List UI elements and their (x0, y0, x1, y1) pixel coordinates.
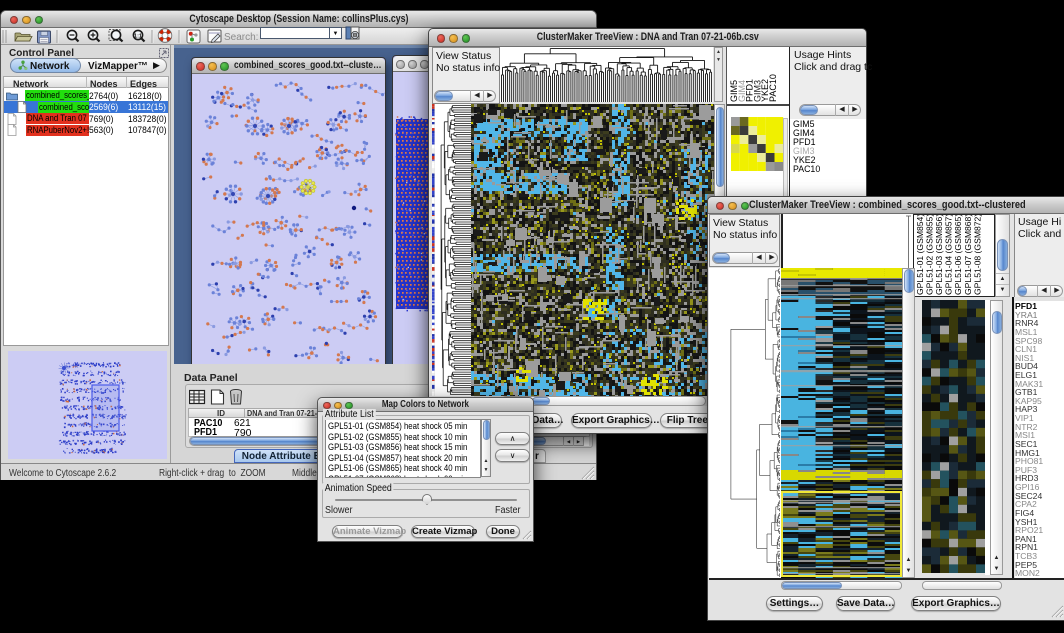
svg-text:GPL51-07 (GSM868): GPL51-07 (GSM868) (963, 215, 973, 295)
svg-text:GPL51-04 (GSM857): GPL51-04 (GSM857) (944, 215, 954, 295)
svg-text:GPL51-02 (GSM855): GPL51-02 (GSM855) (925, 215, 935, 295)
svg-text:GPL51-03 (GSM856): GPL51-03 (GSM856) (934, 215, 944, 295)
svg-text:GPL51-08 (GSM872): GPL51-08 (GSM872) (972, 215, 982, 295)
svg-text:GPL51-06 (GSM865): GPL51-06 (GSM865) (953, 215, 963, 295)
svg-text:GPL51-01 (GSM854): GPL51-01 (GSM854) (915, 215, 925, 295)
svg-text:PAC10: PAC10 (768, 74, 778, 102)
svg-text:1:1: 1:1 (134, 33, 142, 39)
